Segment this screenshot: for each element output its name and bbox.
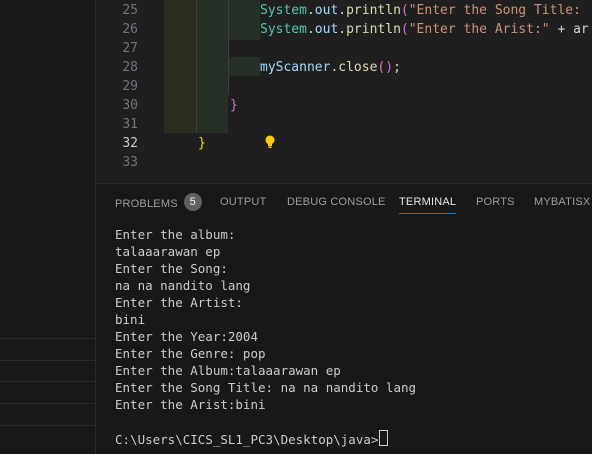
terminal-line: Enter the Song: [115,261,228,276]
sidebar-divider [0,425,95,426]
code-token: + ar [549,22,589,37]
terminal-output[interactable]: Enter the album: talaaarawan ep Enter the … [115,226,585,447]
tab-label: DEBUG CONSOLE [287,196,386,208]
code-token: . [306,22,315,37]
code-line[interactable]: 30} [96,96,592,115]
code-line[interactable]: 28 myScanner.close(); [96,58,592,77]
line-number: 31 [122,117,138,132]
code-token: . [338,3,347,18]
code-token: } [198,136,206,151]
code-text: myScanner.close(); [260,58,401,77]
line-number: 29 [122,79,138,94]
terminal-line: Enter the album: [115,227,236,242]
terminal-line: Enter the Album:talaaarawan ep [115,363,341,378]
code-text: System.out.println("Enter the Song Title… [260,1,589,20]
tab-problems[interactable]: PROBLEMS 5 [115,193,202,213]
line-number: 26 [122,22,138,37]
sidebar-divider [0,403,95,404]
panel-tabs: PROBLEMS 5 OUTPUT DEBUG CONSOLE TERMINAL PORT… [96,184,592,218]
code-token: } [230,98,238,113]
code-line[interactable]: 33 [96,153,592,172]
code-token: ( [400,22,409,37]
code-token: "Enter the Song Title: [408,3,589,18]
code-token: myScanner [260,60,331,75]
code-text: System.out.println("Enter the Arist:" + … [260,20,589,39]
terminal-line: talaaarawan ep [115,244,221,259]
code-token: println [346,22,401,37]
line-number: 32 [122,136,138,151]
line-number: 30 [122,98,138,113]
terminal-line: Enter the Arist:bini [115,397,266,412]
terminal-line: Enter the Genre: pop [115,346,266,361]
code-text: } [230,96,238,115]
tab-debug-console[interactable]: DEBUG CONSOLE [287,195,386,213]
code-line[interactable]: 25 System.out.println("Enter the Song Tit… [96,1,592,20]
terminal-line: bini [115,312,146,327]
problems-count-badge: 5 [183,193,202,211]
tab-label: OUTPUT [220,196,267,208]
terminal-line: Enter the Artist: [115,295,243,310]
code-token: System [260,22,307,37]
tab-mybatisx[interactable]: MYBATISX [534,195,590,213]
sidebar-divider [0,381,95,382]
tab-label: PORTS [476,196,515,208]
tab-label: TERMINAL [399,196,457,208]
terminal-line: Enter the Year:2004 [115,329,258,344]
code-editor[interactable]: 25 System.out.println("Enter the Song Tit… [96,0,592,182]
code-token: ; [393,60,401,75]
code-line[interactable]: 31 [96,115,592,134]
code-token: () [377,60,394,75]
line-number: 28 [122,60,138,75]
sidebar-divider [0,338,95,339]
code-line[interactable]: 32} [96,134,592,153]
code-token: out [314,22,339,37]
code-text: } [198,134,206,153]
vscode-window: 25 System.out.println("Enter the Song Tit… [0,0,592,454]
code-token: out [314,3,339,18]
code-line[interactable]: 29 [96,77,592,96]
lightbulb-icon[interactable] [264,135,276,149]
tab-output[interactable]: OUTPUT [220,195,266,213]
code-token: ( [400,3,409,18]
tab-label: MYBATISX [534,196,591,208]
code-token: . [338,22,347,37]
explorer-sidebar [0,0,96,454]
tab-ports[interactable]: PORTS [476,195,515,213]
tab-terminal[interactable]: TERMINAL [399,195,457,214]
terminal-line: Enter the Song Title: na na nandito lang [115,380,417,395]
line-number: 27 [122,41,138,56]
code-token: . [306,3,315,18]
terminal-cursor [379,430,389,446]
tab-label: PROBLEMS [115,197,178,210]
code-token: close [338,60,378,75]
code-line[interactable]: 27 [96,39,592,58]
code-line[interactable]: 26 System.out.println("Enter the Arist:" … [96,20,592,39]
terminal-prompt: C:\Users\CICS_SL1_PC3\Desktop\java> [115,430,585,447]
line-number: 25 [122,3,138,18]
code-token: println [346,3,401,18]
code-token: "Enter the Arist:" [408,22,550,37]
sidebar-divider [0,360,95,361]
code-token: System [260,3,307,18]
terminal-line: na na nandito lang [115,278,251,293]
line-number: 33 [122,155,138,170]
bottom-panel: PROBLEMS 5 OUTPUT DEBUG CONSOLE TERMINAL PORT… [96,183,592,454]
